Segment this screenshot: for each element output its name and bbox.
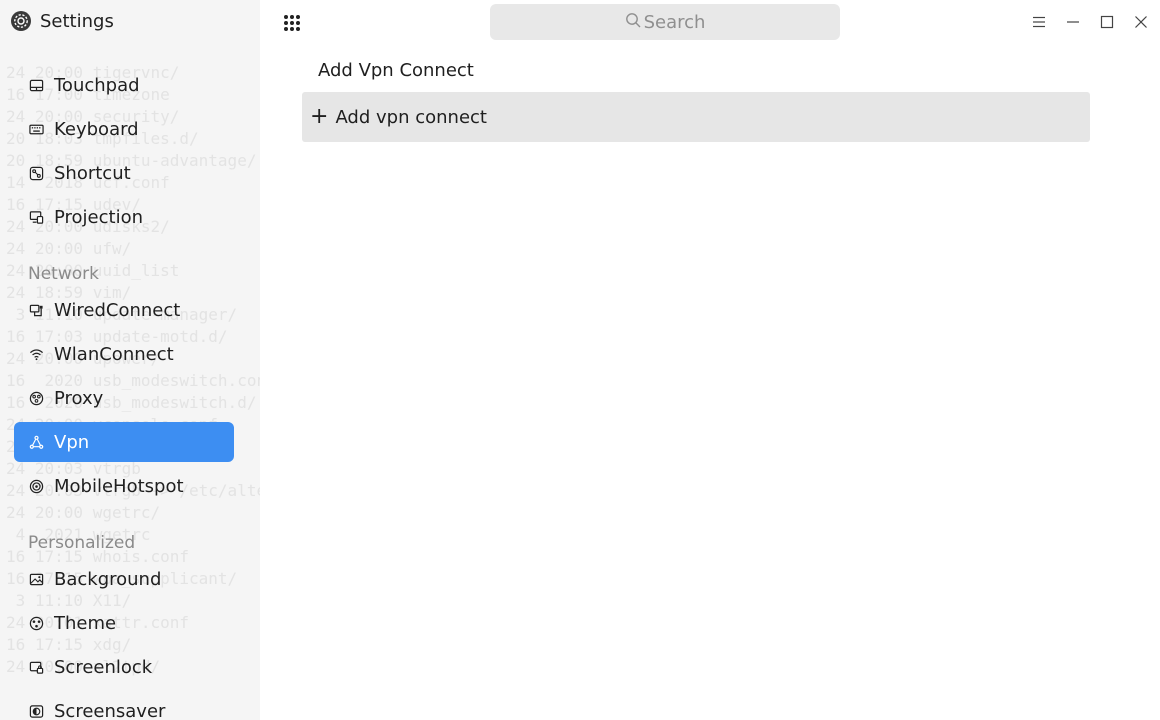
menu-icon[interactable] [1029,12,1049,32]
shortcut-icon [28,165,44,181]
sidebar-item-label: Projection [54,206,144,228]
sidebar-item-label: Theme [54,612,117,634]
wifi-icon [28,346,44,362]
section-personalized: Personalized [28,533,136,553]
minimize-icon[interactable] [1063,12,1083,32]
sidebar-item-label: Proxy [54,387,104,409]
wired-connect-icon [28,302,44,318]
screenlock-icon [28,659,44,675]
sidebar: 24 20:00 tigervnc/16 17:00 timezone 24 20… [0,0,260,720]
sidebar-item-background[interactable]: Background [14,559,234,599]
sidebar-item-label: Background [54,568,162,590]
touchpad-icon [28,77,44,93]
section-network: Network [28,264,99,284]
sidebar-item-wiredconnect[interactable]: WiredConnect [14,290,234,330]
page-title: Add Vpn Connect [318,60,474,81]
apps-grid-icon[interactable] [281,12,303,34]
close-icon[interactable] [1131,12,1151,32]
sidebar-item-shortcut[interactable]: Shortcut [14,153,234,193]
maximize-icon[interactable] [1097,12,1117,32]
search-placeholder: Search [643,11,706,33]
screensaver-icon [28,703,44,719]
sidebar-item-label: WiredConnect [54,299,181,321]
search-icon [625,12,642,33]
sidebar-item-label: Touchpad [54,74,140,96]
background-terminal-line: 24 20:00 ufw/ [6,239,132,258]
sidebar-item-label: Screenlock [54,656,153,678]
sidebar-item-screensaver[interactable]: Screensaver [14,691,234,720]
app-title: Settings [40,10,114,32]
settings-gear-icon [10,10,32,32]
search-input[interactable]: Search [490,4,840,40]
plus-icon: + [310,104,329,129]
sidebar-item-mobilehotspot[interactable]: MobileHotspot [14,466,234,506]
sidebar-item-label: Vpn [54,431,90,453]
sidebar-item-proxy[interactable]: Proxy [14,378,234,418]
settings-window: 24 20:00 tigervnc/16 17:00 timezone 24 20… [0,0,1160,720]
add-vpn-connect-button[interactable]: + Add vpn connect [302,92,1090,142]
sidebar-header: Settings [10,10,114,32]
sidebar-item-screenlock[interactable]: Screenlock [14,647,234,687]
sidebar-item-label: Shortcut [54,162,131,184]
sidebar-item-projection[interactable]: Projection [14,197,234,237]
theme-icon [28,615,44,631]
sidebar-item-label: Keyboard [54,118,139,140]
sidebar-item-label: Screensaver [54,700,166,720]
keyboard-icon [28,121,44,137]
add-vpn-connect-label: Add vpn connect [335,106,487,128]
background-icon [28,571,44,587]
sidebar-item-vpn[interactable]: Vpn [14,422,234,462]
vpn-icon [28,434,44,450]
sidebar-item-wlanconnect[interactable]: WlanConnect [14,334,234,374]
sidebar-item-theme[interactable]: Theme [14,603,234,643]
sidebar-item-label: MobileHotspot [54,475,184,497]
main-panel: Search Add Vpn Connect + Add vpn connect [260,0,1160,720]
proxy-icon [28,390,44,406]
hotspot-icon [28,478,44,494]
sidebar-item-label: WlanConnect [54,343,174,365]
projection-icon [28,209,44,225]
sidebar-item-keyboard[interactable]: Keyboard [14,109,234,149]
sidebar-item-touchpad[interactable]: Touchpad [14,65,234,105]
